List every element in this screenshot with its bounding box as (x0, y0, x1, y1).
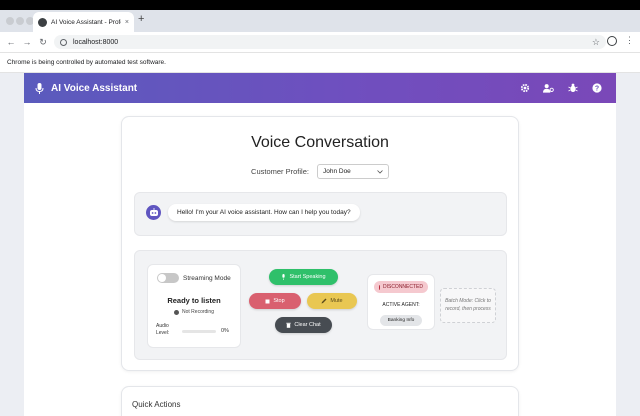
status-card: Streaming Mode Ready to listen Not Recor… (147, 264, 241, 348)
quick-actions-title: Quick Actions (132, 400, 181, 409)
chevron-down-icon (377, 169, 383, 174)
chat-window: Hello! I'm your AI voice assistant. How … (134, 192, 507, 236)
microphone-icon (282, 274, 286, 280)
mute-button[interactable]: Mute (307, 293, 357, 309)
chat-message-bubble: Hello! I'm your AI voice assistant. How … (168, 204, 360, 221)
active-agent-badge: Banking Info (380, 315, 422, 326)
stop-label: Stop (273, 298, 285, 304)
reload-icon[interactable]: ↻ (35, 37, 51, 48)
browser-tabstrip: AI Voice Assistant - Professio × + (0, 10, 640, 32)
active-agent-label: ACTIVE AGENT: (382, 302, 420, 308)
start-speaking-label: Start Speaking (289, 274, 326, 280)
connection-status-text: DISCONNECTED (382, 284, 423, 290)
recording-dot-icon (174, 309, 180, 315)
infobar-text: Chrome is being controlled by automated … (7, 59, 166, 66)
svg-text:?: ? (594, 85, 598, 92)
page-title: Voice Conversation (251, 134, 389, 151)
new-tab-button[interactable]: + (138, 13, 144, 25)
bot-avatar-icon (146, 205, 161, 220)
automation-infobar: Chrome is being controlled by automated … (0, 52, 640, 73)
audio-level-value: 0% (221, 328, 229, 334)
app-header: AI Voice Assistant ? (24, 73, 616, 103)
settings-icon[interactable] (519, 83, 530, 94)
audio-level-meter (182, 330, 216, 333)
trash-icon (286, 322, 292, 328)
tab-title: AI Voice Assistant - Professio (51, 18, 121, 26)
browser-toolbar: ← → ↻ localhost:8000 ☆ ⋮ (0, 32, 640, 52)
favicon-icon (38, 17, 47, 27)
help-icon[interactable]: ? (591, 83, 602, 94)
customer-profile-select[interactable]: John Doe (316, 164, 389, 179)
microphone-icon (34, 82, 45, 94)
audio-level-label: Audio Level: (156, 323, 170, 336)
ready-status-text: Ready to listen (167, 296, 221, 305)
profile-icon[interactable] (607, 35, 617, 46)
tab-close-icon[interactable]: × (125, 19, 129, 26)
customer-profile-row: Customer Profile: John Doe (122, 164, 518, 179)
forward-icon[interactable]: → (19, 37, 35, 47)
agent-status-card: DISCONNECTED ACTIVE AGENT: Banking Info (367, 274, 435, 330)
mute-label: Mute (330, 298, 343, 304)
minimize-window-icon[interactable] (16, 17, 24, 25)
bug-icon[interactable] (567, 83, 578, 94)
browser-menu-icon[interactable]: ⋮ (625, 35, 634, 46)
url-text: localhost:8000 (73, 38, 119, 46)
stop-button[interactable]: Stop (249, 293, 301, 309)
voice-controls-panel: Streaming Mode Ready to listen Not Recor… (134, 250, 507, 360)
streaming-mode-label: Streaming Mode (183, 274, 231, 282)
clear-chat-label: Clear Chat (294, 322, 321, 328)
address-bar[interactable]: localhost:8000 ☆ (54, 35, 606, 49)
site-info-icon[interactable] (60, 38, 67, 46)
connection-status-badge: DISCONNECTED (374, 281, 428, 293)
customer-profile-value: John Doe (322, 168, 351, 175)
clear-chat-button[interactable]: Clear Chat (275, 317, 332, 333)
quick-actions-card: Quick Actions (121, 386, 519, 416)
back-icon[interactable]: ← (3, 37, 19, 47)
disconnected-dot-icon (379, 284, 380, 290)
start-speaking-button[interactable]: Start Speaking (269, 269, 338, 285)
streaming-mode-toggle[interactable] (157, 273, 179, 283)
recording-status: Not Recording (148, 309, 240, 315)
recording-status-text: Not Recording (182, 309, 214, 315)
batch-mode-hint: Batch Mode: Click to record, then proces… (440, 288, 496, 323)
customer-profile-label: Customer Profile: (251, 167, 309, 176)
pencil-icon (321, 298, 327, 304)
close-window-icon[interactable] (6, 17, 14, 25)
voice-conversation-card: Voice Conversation Customer Profile: Joh… (121, 116, 519, 371)
browser-tab[interactable]: AI Voice Assistant - Professio × (33, 12, 134, 32)
page-viewport: AI Voice Assistant ? Voice Conversation … (0, 73, 640, 416)
user-cog-icon[interactable] (543, 83, 554, 94)
bookmark-star-icon[interactable]: ☆ (592, 37, 600, 48)
app-title: AI Voice Assistant (51, 82, 138, 94)
stop-icon (265, 299, 270, 303)
